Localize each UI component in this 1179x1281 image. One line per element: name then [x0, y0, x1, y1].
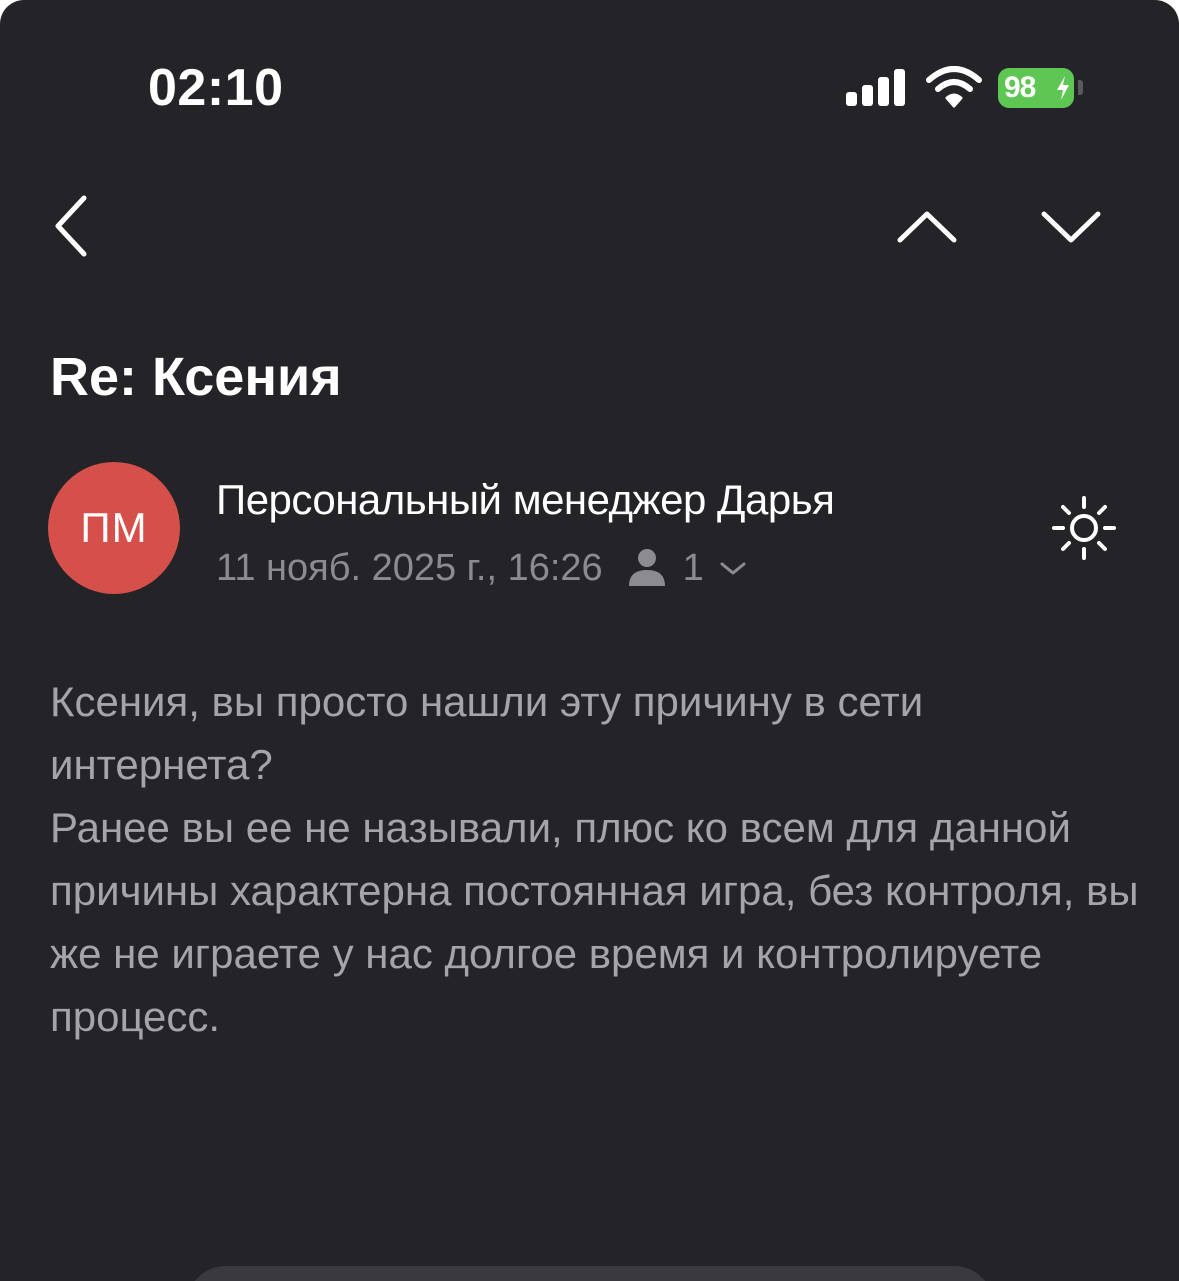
chevron-down-icon — [720, 562, 746, 575]
chevron-up-icon[interactable] — [896, 206, 958, 246]
body-paragraph: Ранее вы ее не называли, плюс ко всем дл… — [50, 804, 1139, 1040]
chevron-left-icon[interactable] — [48, 192, 92, 260]
email-date: 11 нояб. 2025 г., 16:26 — [216, 546, 603, 589]
chevron-down-icon[interactable] — [1040, 206, 1102, 246]
email-subject: Re: Ксения — [50, 347, 342, 407]
person-icon — [628, 549, 665, 586]
email-meta[interactable]: 11 нояб. 2025 г., 16:26 1 — [216, 544, 748, 592]
status-time: 02:10 — [148, 59, 284, 117]
battery-icon: 98 — [998, 68, 1074, 108]
bottom-panel[interactable] — [186, 1266, 994, 1281]
battery-cap — [1078, 80, 1083, 95]
recipients-count: 1 — [682, 546, 704, 589]
wifi-icon — [926, 66, 982, 108]
avatar[interactable]: ПМ — [48, 462, 180, 594]
battery-level: 98 — [1004, 71, 1036, 104]
body-paragraph: Ксения, вы просто нашли эту причину в се… — [50, 678, 924, 788]
email-screen: 02:10 98 Re: Ксения ПМ Персональный мене… — [0, 0, 1179, 1281]
charging-icon — [1057, 76, 1069, 100]
sender-name[interactable]: Персональный менеджер Дарья — [216, 476, 835, 524]
sun-icon[interactable] — [1050, 494, 1118, 562]
email-body: Ксения, вы просто нашли эту причину в се… — [50, 670, 1140, 1048]
signal-icon — [846, 68, 906, 106]
